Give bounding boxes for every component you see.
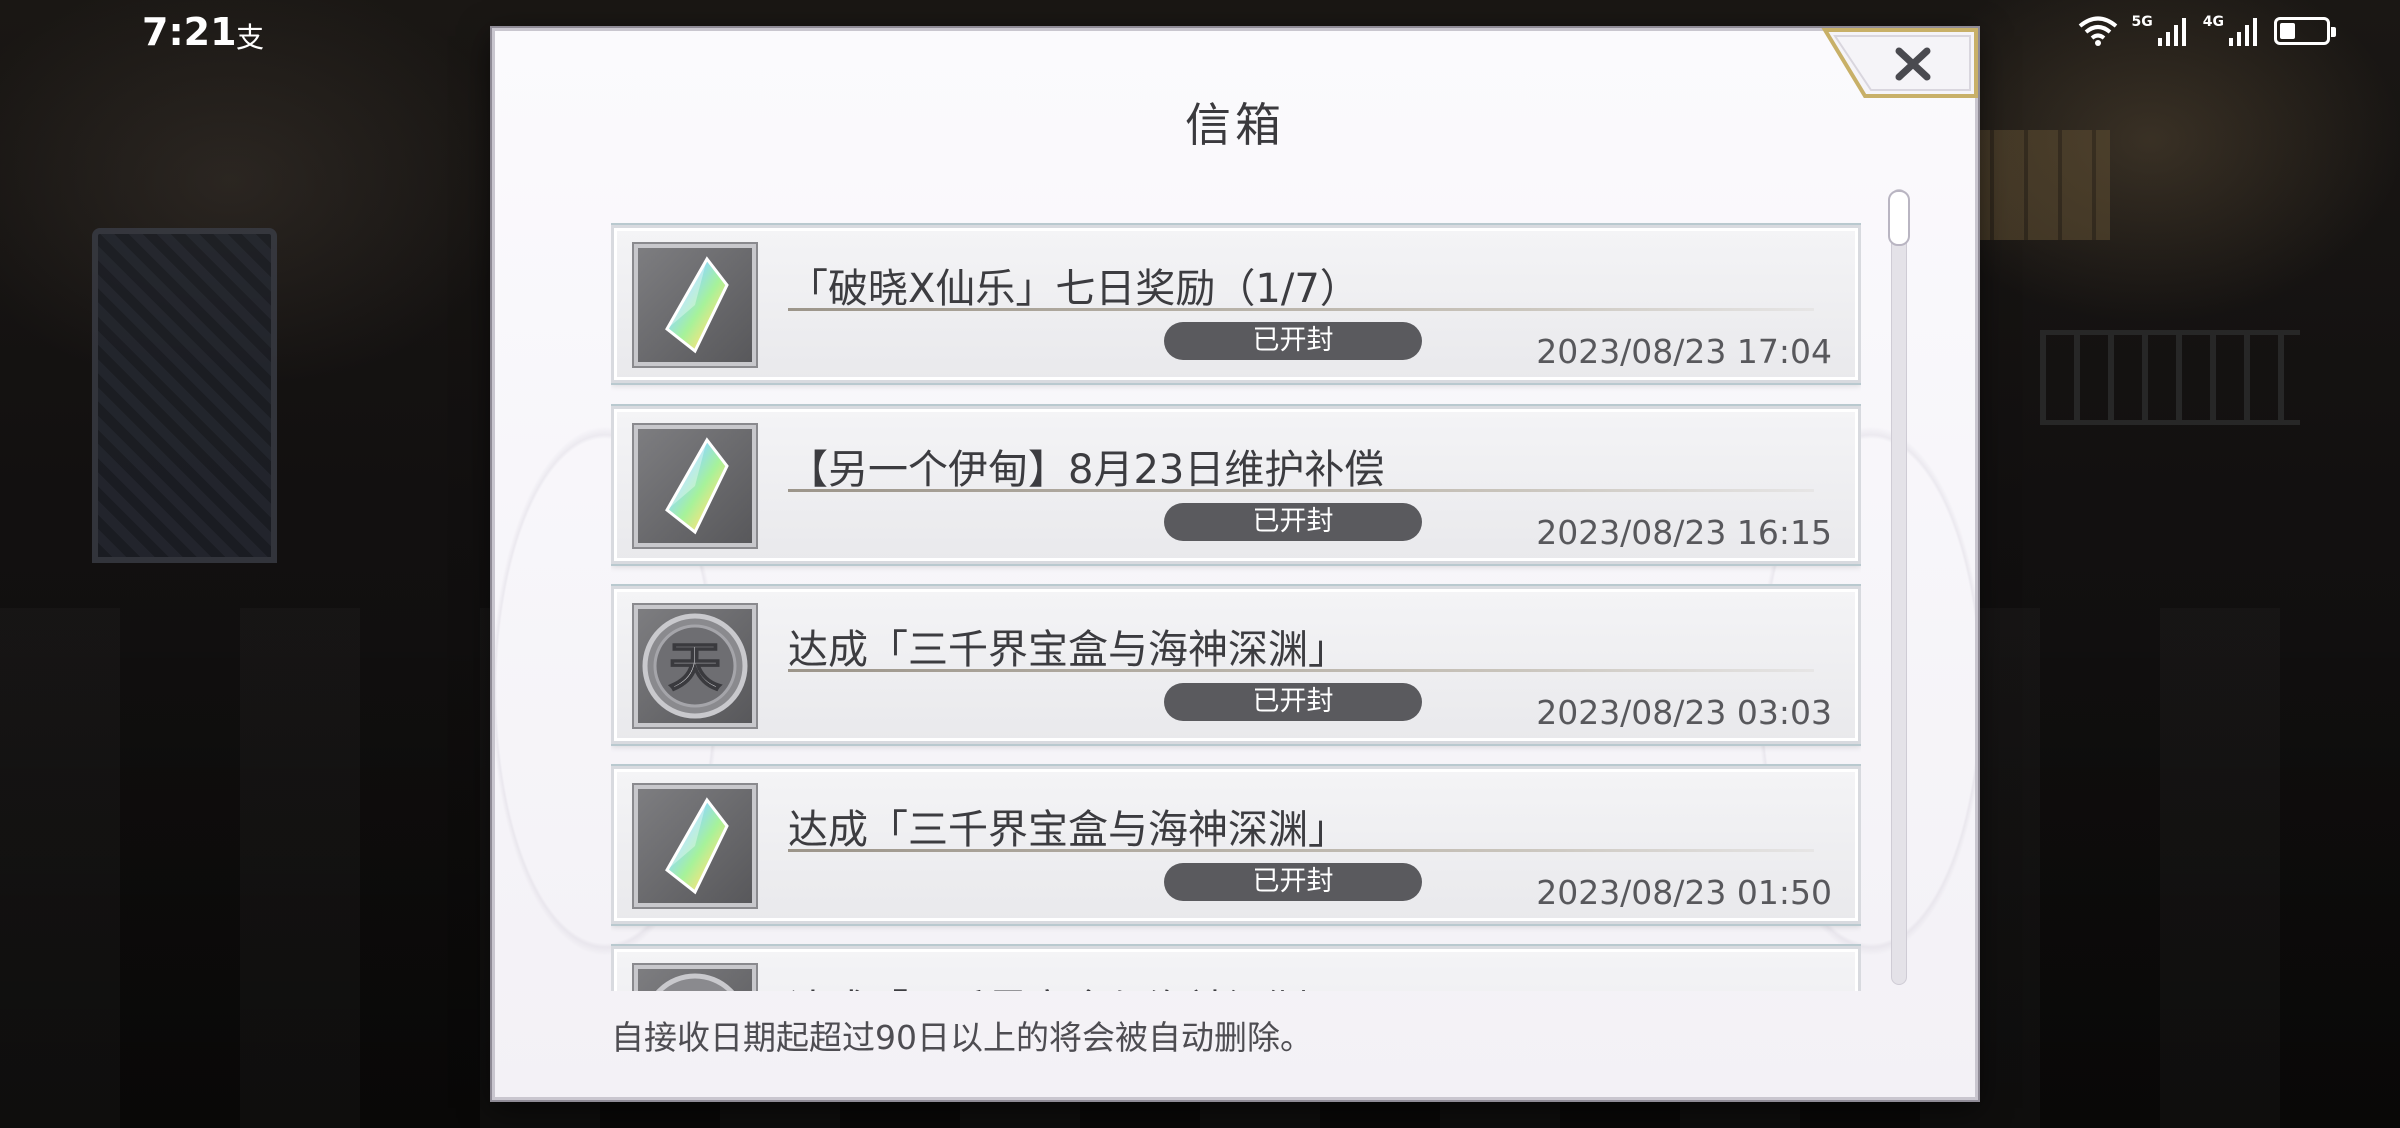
mail-date: 2023/08/23 16:15: [1536, 513, 1832, 552]
close-icon: [1821, 28, 1978, 98]
divider: [788, 669, 1814, 672]
mail-title: 达成「三千界宝盒与海神深渊」: [788, 627, 1348, 673]
feather-medal-icon: [634, 965, 756, 991]
medal-glyph: 天: [669, 638, 721, 698]
auto-delete-notice: 自接收日期起超过90日以上的将会被自动删除。: [611, 1018, 1313, 1057]
status-time: 7:21: [142, 10, 237, 54]
mail-item[interactable]: 达成「三千界宝盒与海神深渊」: [611, 946, 1861, 991]
mail-item[interactable]: 达成「三千界宝盒与海神深渊」 已开封 2023/08/23 01:50: [611, 766, 1861, 924]
mail-date: 2023/08/23 03:03: [1536, 693, 1832, 732]
heaven-medal-icon: 天: [634, 605, 756, 727]
divider: [788, 849, 1814, 852]
status-badge: 已开封: [1164, 322, 1422, 360]
rainbow-crystal-icon: [634, 244, 756, 366]
signal-2-label: 4G: [2202, 14, 2224, 30]
signal-icon: [2228, 16, 2260, 46]
close-button[interactable]: [1819, 27, 1979, 99]
signal-icon: [2157, 16, 2189, 46]
battery-level: [2280, 23, 2295, 39]
mail-title: 达成「三千界宝盒与海神深渊」: [788, 977, 1348, 991]
background-window: [1960, 130, 2110, 240]
mail-title: 达成「三千界宝盒与海神深渊」: [788, 807, 1348, 853]
mail-date: 2023/08/23 17:04: [1536, 332, 1832, 371]
background-fence: [2040, 330, 2300, 425]
status-badge: 已开封: [1164, 503, 1422, 541]
screen: { "status_bar": { "time": "7:21", "notif…: [0, 0, 2400, 1128]
mail-title: 「破晓X仙乐」七日奖励（1/7）: [788, 266, 1360, 312]
signal-1-label: 5G: [2131, 14, 2153, 30]
scrollbar[interactable]: [1888, 189, 1910, 985]
rainbow-crystal-icon: [634, 425, 756, 547]
notification-icon: 支: [236, 21, 265, 54]
status-badge: 已开封: [1164, 863, 1422, 901]
mail-item[interactable]: 【另一个伊甸】8月23日维护补偿 已开封 2023/08/23 16:15: [611, 406, 1861, 564]
status-icons: 5G 4G: [2078, 14, 2336, 48]
wifi-icon: [2078, 15, 2118, 47]
dialog-title: 信箱: [1185, 98, 1285, 152]
mail-item[interactable]: 「破晓X仙乐」七日奖励（1/7） 已开封 2023/08/23 17:04: [611, 225, 1861, 383]
mail-title: 【另一个伊甸】8月23日维护补偿: [788, 447, 1385, 493]
status-badge: 已开封: [1164, 683, 1422, 721]
scrollbar-thumb[interactable]: [1888, 190, 1910, 246]
divider: [788, 308, 1814, 311]
mail-date: 2023/08/23 01:50: [1536, 873, 1832, 912]
battery-icon: [2274, 17, 2336, 45]
divider: [788, 489, 1814, 492]
mail-list[interactable]: 「破晓X仙乐」七日奖励（1/7） 已开封 2023/08/23 17:04 【另…: [611, 191, 1861, 991]
mailbox-dialog: 信箱 「破晓X仙乐」七日奖励（1/7） 已开封 2023/08/23 17:04…: [492, 28, 1978, 1100]
rainbow-crystal-icon: [634, 785, 756, 907]
background-door: [92, 228, 277, 563]
mail-item[interactable]: 天 达成「三千界宝盒与海神深渊」 已开封 2023/08/23 03:03: [611, 586, 1861, 744]
